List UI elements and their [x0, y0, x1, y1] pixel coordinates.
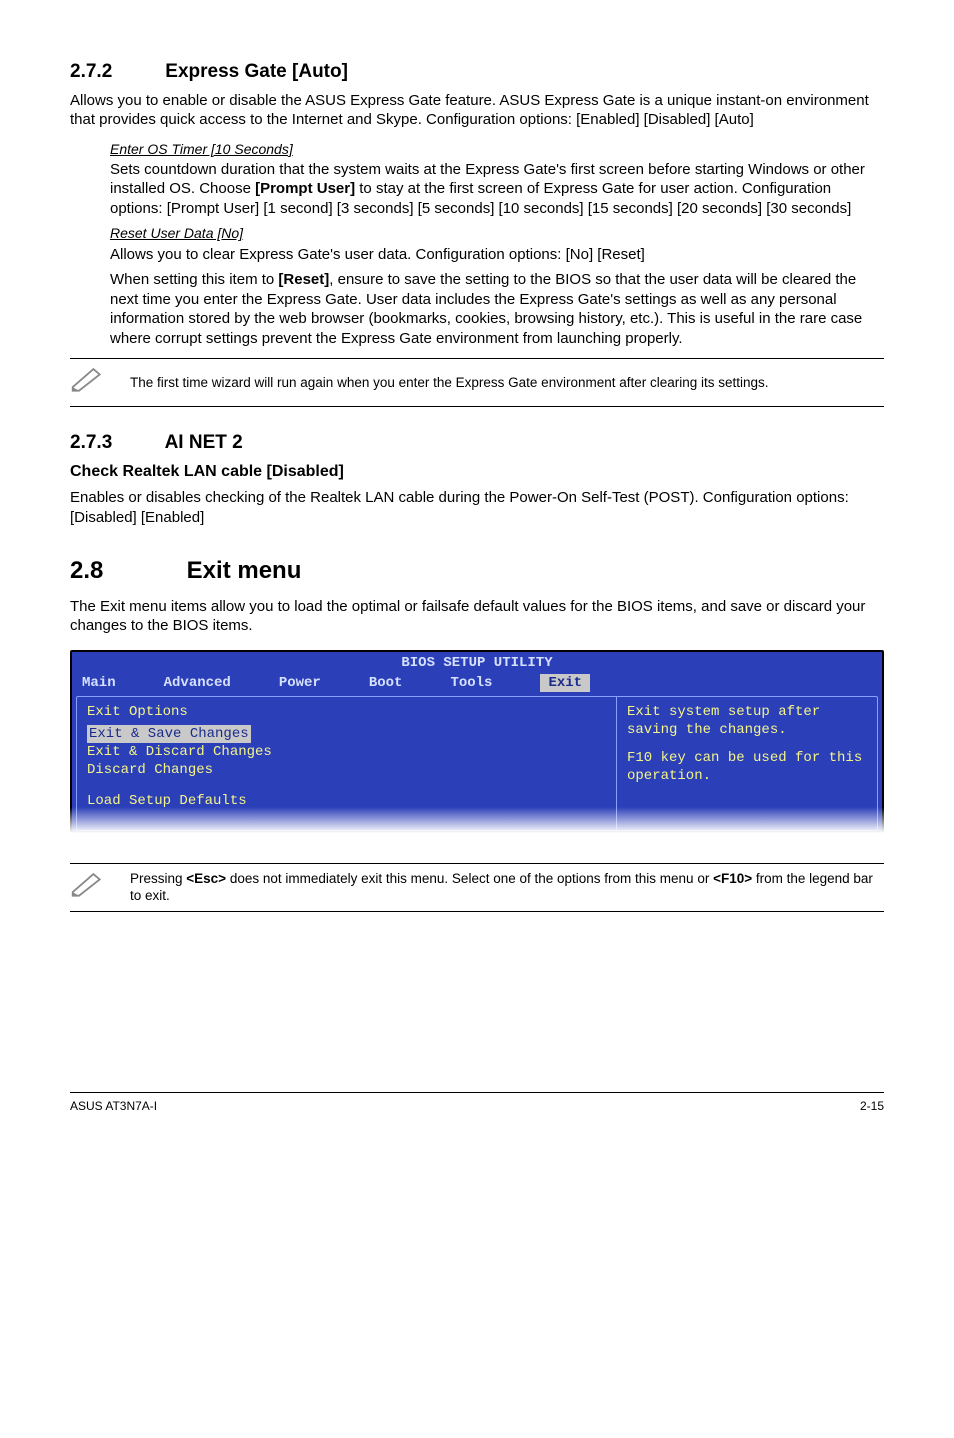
- chapter-number: 2.8: [70, 555, 180, 586]
- bios-tab: Tools: [450, 674, 492, 692]
- text: does not immediately exit this menu. Sel…: [226, 871, 713, 886]
- chapter-heading: 2.8 Exit menu: [70, 555, 884, 586]
- bios-title: BIOS SETUP UTILITY: [72, 652, 882, 674]
- fade-overlay: [70, 807, 884, 833]
- bios-option-selected: Exit & Save Changes: [87, 725, 251, 743]
- bios-screenshot: BIOS SETUP UTILITY Main Advanced Power B…: [70, 650, 884, 833]
- bold-text: [Prompt User]: [255, 180, 355, 197]
- subsection: Enter OS Timer [10 Seconds] Sets countdo…: [110, 140, 884, 348]
- bios-tab-bar: Main Advanced Power Boot Tools Exit: [72, 674, 882, 696]
- text: When setting this item to: [110, 271, 278, 288]
- section-intro: Allows you to enable or disable the ASUS…: [70, 91, 884, 130]
- bios-options-heading: Exit Options: [87, 703, 606, 721]
- section-heading: 2.7.2 Express Gate [Auto]: [70, 60, 884, 85]
- sub-body: Sets countdown duration that the system …: [110, 160, 884, 219]
- section-number: 2.7.3: [70, 431, 160, 456]
- bios-tab-active: Exit: [540, 674, 590, 692]
- bios-option: Exit & Discard Changes: [87, 743, 606, 761]
- bios-tab: Advanced: [164, 674, 231, 692]
- bios-tab: Power: [279, 674, 321, 692]
- section-body: Enables or disables checking of the Real…: [70, 488, 884, 527]
- pencil-icon: [70, 870, 130, 905]
- sub-body: Allows you to clear Express Gate's user …: [110, 245, 884, 265]
- subsection-heading: Check Realtek LAN cable [Disabled]: [70, 462, 884, 483]
- note-callout: Pressing <Esc> does not immediately exit…: [70, 863, 884, 912]
- footer-left: ASUS AT3N7A-I: [70, 1099, 157, 1115]
- text: Pressing: [130, 871, 186, 886]
- section-heading: 2.7.3 AI NET 2: [70, 431, 884, 456]
- sub-body: When setting this item to [Reset], ensur…: [110, 270, 884, 348]
- chapter-title: Exit menu: [187, 557, 302, 584]
- bios-help-text: Exit system setup after saving the chang…: [627, 703, 867, 739]
- bold-text: <F10>: [713, 871, 752, 886]
- sub-heading: Reset User Data [No]: [110, 224, 884, 242]
- page-footer: ASUS AT3N7A-I 2-15: [70, 1092, 884, 1115]
- note-text: The first time wizard will run again whe…: [130, 374, 769, 392]
- section-title: AI NET 2: [165, 432, 243, 453]
- note-callout: The first time wizard will run again whe…: [70, 358, 884, 407]
- section-title: Express Gate [Auto]: [165, 61, 348, 82]
- bold-text: [Reset]: [278, 271, 329, 288]
- bios-help-text: F10 key can be used for this operation.: [627, 749, 867, 785]
- section-number: 2.7.2: [70, 60, 160, 85]
- note-text: Pressing <Esc> does not immediately exit…: [130, 870, 884, 905]
- bios-option: Discard Changes: [87, 761, 606, 779]
- footer-right: 2-15: [860, 1099, 884, 1115]
- chapter-intro: The Exit menu items allow you to load th…: [70, 597, 884, 636]
- bios-tab: Main: [82, 674, 116, 692]
- sub-heading: Enter OS Timer [10 Seconds]: [110, 140, 884, 158]
- bios-tab: Boot: [369, 674, 403, 692]
- bold-text: <Esc>: [186, 871, 226, 886]
- pencil-icon: [70, 365, 130, 400]
